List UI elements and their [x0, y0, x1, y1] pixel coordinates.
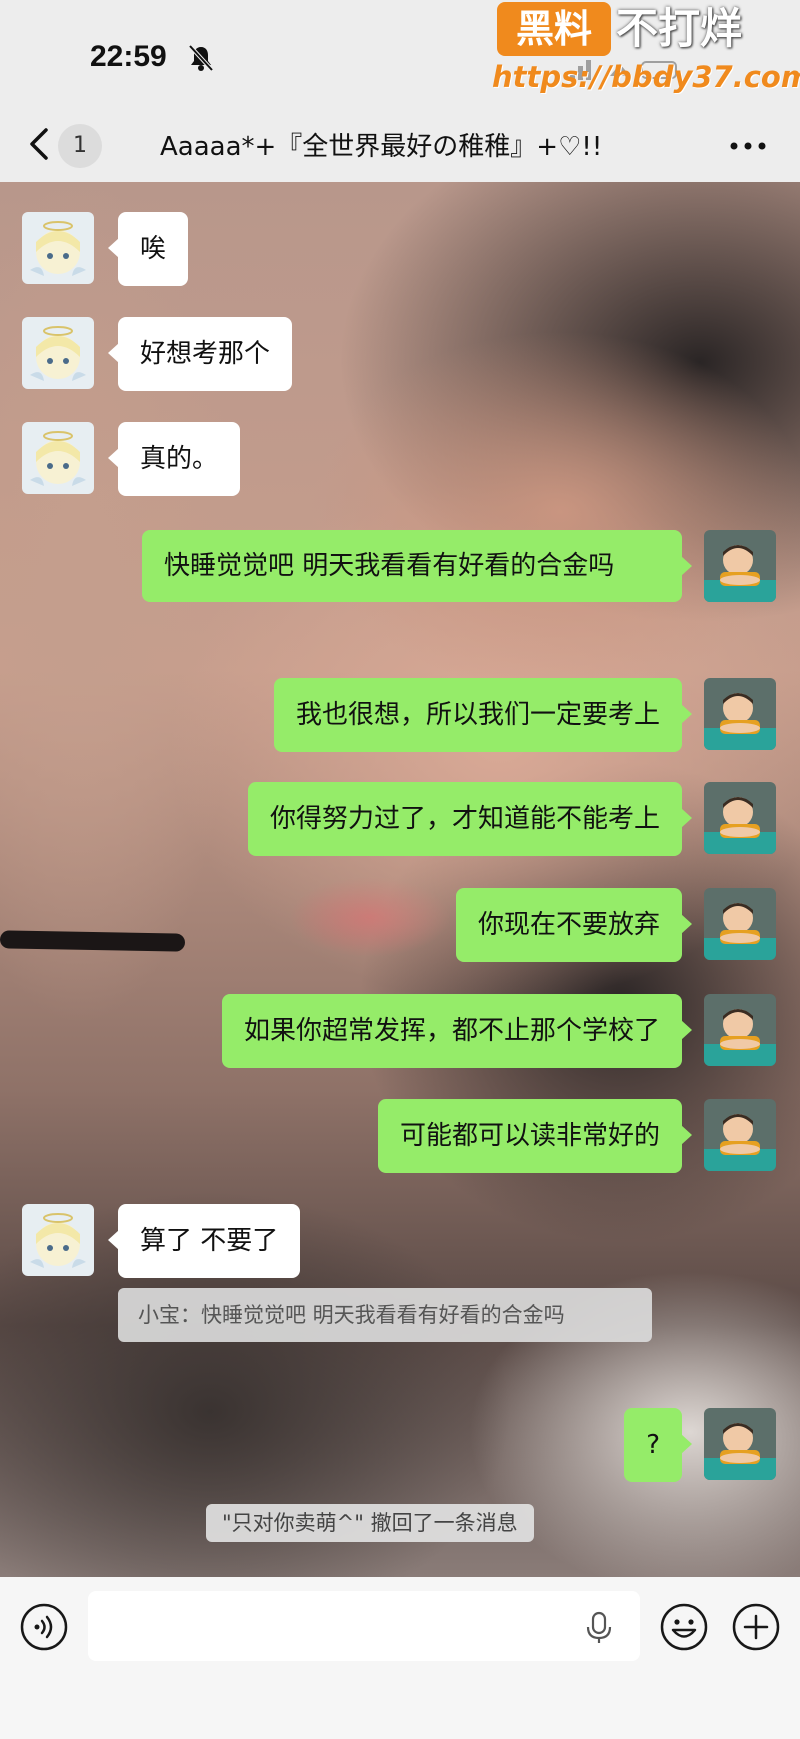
- chevron-left-icon[interactable]: [26, 124, 52, 164]
- message-bubble-incoming[interactable]: 真的。: [107, 422, 241, 496]
- chat-title: Aaaaa*+『全世界最好の稚稚』+♡!!: [160, 132, 603, 162]
- message-bubble-outgoing[interactable]: 快睡觉觉吧 明天我看看有好看的合金吗: [142, 530, 692, 602]
- contact-avatar[interactable]: [22, 317, 94, 389]
- message-bubble-incoming[interactable]: 好想考那个: [107, 317, 293, 391]
- status-time: 22:59: [90, 40, 167, 73]
- my-avatar[interactable]: [704, 994, 776, 1066]
- my-avatar[interactable]: [704, 1408, 776, 1480]
- contact-avatar[interactable]: [22, 422, 94, 494]
- watermark-url: https://bbdy37.com: [492, 60, 800, 94]
- bell-slash-icon: [188, 44, 214, 72]
- unread-count-badge[interactable]: 1: [58, 124, 102, 168]
- input-bar: [0, 1577, 800, 1739]
- voice-icon[interactable]: [20, 1603, 68, 1651]
- more-dots-icon[interactable]: [728, 140, 768, 152]
- microphone-icon[interactable]: [584, 1611, 614, 1645]
- my-avatar[interactable]: [704, 678, 776, 750]
- message-bubble-outgoing[interactable]: ?: [624, 1408, 692, 1482]
- my-avatar[interactable]: [704, 530, 776, 602]
- background-photo: [0, 930, 186, 952]
- message-input[interactable]: [88, 1591, 640, 1661]
- emoji-icon[interactable]: [660, 1603, 708, 1651]
- message-bubble-outgoing[interactable]: 如果你超常发挥，都不止那个学校了: [221, 994, 693, 1068]
- watermark-badge: 黑料: [497, 2, 611, 56]
- contact-avatar[interactable]: [22, 212, 94, 284]
- contact-avatar[interactable]: [22, 1204, 94, 1276]
- plus-icon[interactable]: [732, 1603, 780, 1651]
- message-bubble-outgoing[interactable]: 我也很想，所以我们一定要考上: [273, 678, 693, 752]
- message-bubble-incoming[interactable]: 唉: [107, 212, 189, 286]
- recall-notice: "只对你卖萌^" 撤回了一条消息: [206, 1504, 534, 1542]
- my-avatar[interactable]: [704, 888, 776, 960]
- message-bubble-outgoing[interactable]: 可能都可以读非常好的: [377, 1099, 693, 1173]
- quoted-message[interactable]: 小宝：快睡觉觉吧 明天我看看有好看的合金吗: [118, 1288, 652, 1342]
- status-bar: 22:59 黑料 不打烊 https://bbdy37.com: [0, 0, 800, 110]
- message-bubble-outgoing[interactable]: 你现在不要放弃: [455, 888, 693, 962]
- my-avatar[interactable]: [704, 782, 776, 854]
- message-bubble-incoming[interactable]: 算了 不要了: [107, 1204, 301, 1278]
- chat-area[interactable]: 唉 好想考那个 真的。 快睡觉觉吧 明天我看看有好看的合金吗 我也很想，所以我们…: [0, 182, 800, 1577]
- watermark-text: 不打烊: [616, 4, 743, 53]
- chat-header: 1 Aaaaa*+『全世界最好の稚稚』+♡!!: [0, 110, 800, 182]
- message-bubble-outgoing[interactable]: 你得努力过了，才知道能不能考上: [247, 782, 693, 856]
- my-avatar[interactable]: [704, 1099, 776, 1171]
